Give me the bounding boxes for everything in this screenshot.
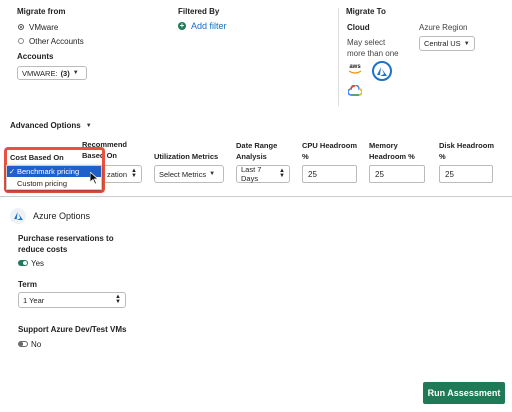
date-range-header-line1: Date Range [236,141,278,150]
azure-logo-icon [10,208,26,224]
date-range-value: Last 7 Days [241,165,262,183]
utilization-header: Utilization Metrics [154,152,219,161]
option-benchmark-label: Benchmark pricing [17,167,80,176]
utilization-value: Select Metrics [159,169,207,179]
select-arrows-icon: ▲ ▼ [115,294,121,305]
cpu-header-line1: CPU Headroom [302,141,358,150]
radio-vmware[interactable] [18,24,24,30]
migrate-to-title: Migrate To [346,7,386,16]
term-label: Term [18,280,37,289]
accounts-count: (3) [60,68,70,78]
memory-header-line1: Memory [369,141,398,150]
radio-other-accounts[interactable] [18,38,24,44]
devtest-value: No [31,340,42,349]
select-arrows-icon: ▲ ▼ [131,168,137,179]
disk-headroom-input[interactable]: 25 [439,165,493,183]
memory-header-line2: Headroom % [369,152,415,161]
advanced-options-toggle[interactable]: Advanced Options ▼ [10,121,92,130]
cost-based-on-dropdown[interactable]: ✓ Benchmark pricing Custom pricing [6,165,102,190]
chevron-down-icon: ▼ [85,122,92,129]
cpu-header-line2: % [302,152,309,161]
run-assessment-button[interactable]: Run Assessment [423,382,505,404]
cloud-hint-line2: more than one [347,49,399,58]
devtest-label: Support Azure Dev/Test VMs [18,325,127,334]
advanced-options-label: Advanced Options [10,121,81,130]
filtered-by-title: Filtered By [178,7,220,16]
reservations-value: Yes [31,259,45,268]
cloud-label: Cloud [347,23,370,32]
section-divider [0,196,512,197]
date-range-select[interactable]: Last 7 Days ▲ ▼ [236,165,290,183]
option-benchmark-pricing[interactable]: ✓ Benchmark pricing [7,166,101,177]
mouse-cursor-icon [90,172,99,185]
azure-region-value: Central US [424,39,461,48]
accounts-value: VMWARE: [22,68,58,78]
reservations-label-line1: Purchase reservations to [18,234,114,243]
accounts-dropdown[interactable]: VMWARE: (3) ▼ [17,66,87,80]
google-cloud-icon[interactable] [347,84,363,97]
chevron-down-icon: ▼ [209,171,216,177]
azure-icon[interactable] [372,61,392,81]
term-value: 1 Year [23,295,45,305]
option-custom-label: Custom pricing [17,178,68,188]
add-filter-label: Add filter [191,21,227,31]
reservations-label-line2: reduce costs [18,245,68,254]
accounts-label: Accounts [17,52,54,61]
term-select[interactable]: 1 Year ▲ ▼ [18,292,126,308]
azure-options-title: Azure Options [33,211,91,221]
plus-circle-icon: + [178,21,186,30]
disk-header-line2: % [439,152,446,161]
check-icon: ✓ [8,167,16,176]
cpu-headroom-input[interactable]: 25 [302,165,357,183]
memory-headroom-input[interactable]: 25 [369,165,425,183]
migrate-from-title: Migrate from [17,7,66,16]
chevron-down-icon: ▼ [72,70,79,76]
section-divider [338,8,339,106]
chevron-down-icon: ▼ [463,40,470,47]
azure-region-label: Azure Region [419,23,468,32]
disk-header-line1: Disk Headroom [439,141,495,150]
utilization-metrics-dropdown[interactable]: Select Metrics ▼ [154,165,224,183]
cloud-hint-line1: May select [347,38,386,47]
select-arrows-icon: ▲ ▼ [279,168,285,179]
recommend-value: zation [107,169,128,179]
aws-icon[interactable]: aws [346,63,364,79]
radio-other-accounts-label: Other Accounts [29,37,84,46]
azure-region-dropdown[interactable]: Central US ▼ [419,36,475,51]
radio-vmware-label: VMware [29,23,59,32]
date-range-header-line2: Analysis [236,152,267,161]
option-custom-pricing[interactable]: Custom pricing [7,177,101,189]
reservations-toggle[interactable] [18,260,28,266]
devtest-toggle[interactable] [18,341,28,347]
add-filter-link[interactable]: + Add filter [178,21,227,31]
